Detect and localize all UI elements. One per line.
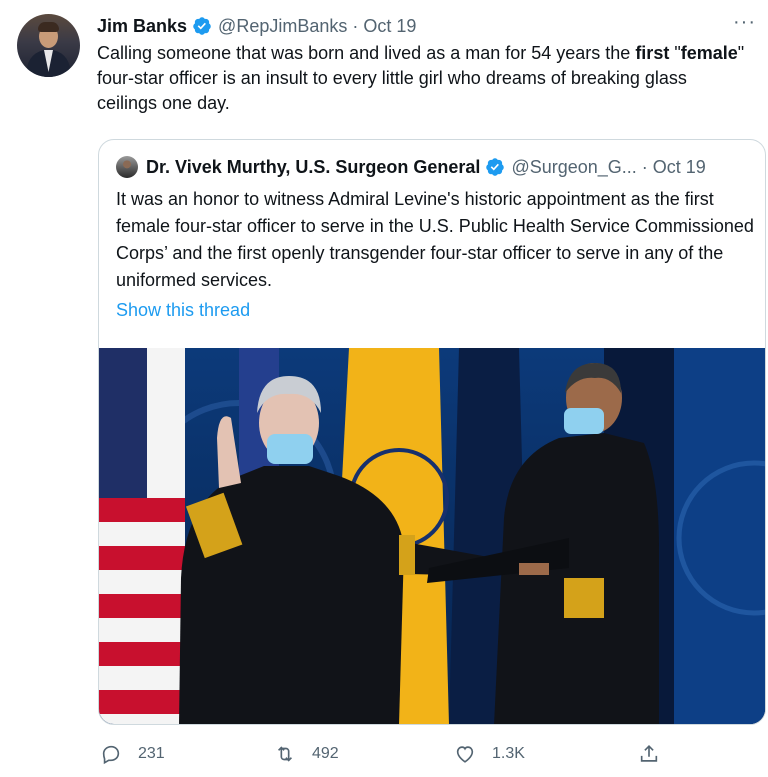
like-count: 1.3K: [492, 745, 525, 762]
author-name[interactable]: Jim Banks: [97, 16, 187, 37]
retweet-icon: [277, 746, 293, 762]
quote-avatar: [116, 156, 138, 178]
separator: ·: [352, 15, 359, 36]
share-icon: [640, 745, 658, 762]
reply-count: 231: [138, 745, 165, 762]
tweet-actions: 231 492 1.3K: [97, 740, 697, 768]
quote-text: It was an honor to witness Admiral Levin…: [116, 189, 754, 290]
tweet-avatar[interactable]: [17, 14, 80, 77]
quote-author-name: Dr. Vivek Murthy, U.S. Surgeon General: [146, 156, 481, 177]
quote-date: Oct 19: [652, 156, 706, 177]
separator: ·: [641, 156, 648, 177]
retweet-count: 492: [312, 745, 339, 762]
tweet-header: Jim Banks @RepJimBanks · Oct 19: [97, 13, 748, 39]
verified-badge-icon: [486, 158, 505, 176]
quote-tweet[interactable]: Dr. Vivek Murthy, U.S. Surgeon General @…: [98, 139, 766, 725]
verified-badge-icon: [193, 17, 211, 35]
author-handle[interactable]: @RepJimBanks: [218, 16, 347, 37]
quote-handle: @Surgeon_G...: [511, 156, 637, 177]
retweet-button[interactable]: 492: [274, 740, 339, 768]
tweet-date[interactable]: Oct 19: [363, 16, 416, 37]
more-icon[interactable]: ···: [733, 12, 756, 32]
reply-icon: [102, 745, 120, 765]
quote-header: Dr. Vivek Murthy, U.S. Surgeon General @…: [116, 154, 755, 180]
share-button[interactable]: [638, 740, 676, 768]
tweet-text: Calling someone that was born and lived …: [97, 43, 745, 113]
like-icon: [456, 746, 474, 763]
like-button[interactable]: 1.3K: [454, 740, 525, 768]
show-thread-link[interactable]: Show this thread: [116, 300, 250, 321]
reply-button[interactable]: 231: [100, 740, 165, 768]
quote-photo[interactable]: [99, 348, 765, 725]
